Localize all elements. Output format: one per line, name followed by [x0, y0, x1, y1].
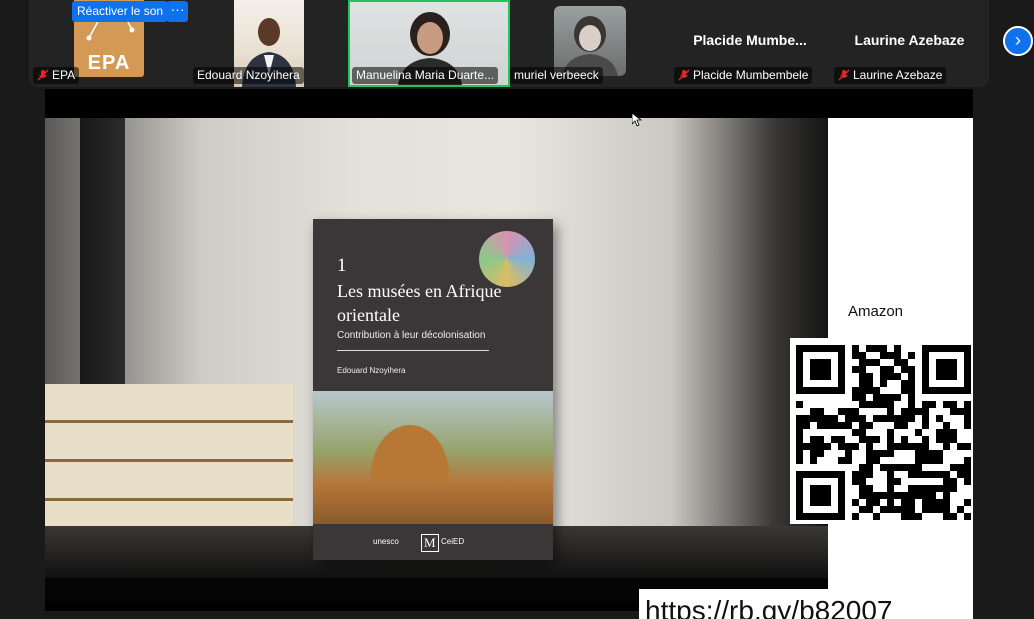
participant-name: EPA: [52, 68, 76, 82]
more-options-button[interactable]: ···: [167, 1, 188, 22]
person-silhouette-icon: [562, 16, 618, 76]
publisher-logo: unesco: [373, 537, 399, 546]
divider: [337, 350, 489, 351]
participant-name-label: Manuelina Maria Duarte...: [352, 67, 499, 84]
epa-logo-text: EPA: [87, 52, 131, 74]
participant-name: Edouard Nzoyihera: [197, 68, 300, 82]
mic-muted-icon: [838, 69, 850, 81]
publisher-logo: M: [421, 534, 439, 552]
amazon-label: Amazon: [848, 303, 904, 320]
next-page-button[interactable]: ›: [1003, 26, 1033, 56]
participant-name-label: Laurine Azebaze: [834, 67, 947, 84]
mic-muted-icon: [678, 69, 690, 81]
participant-name-label: Edouard Nzoyihera: [193, 67, 304, 84]
participant-tile-manuelina[interactable]: Manuelina Maria Duarte...: [348, 0, 510, 87]
publisher-logo: CeiED: [441, 537, 465, 546]
qr-code-graphic: [796, 345, 971, 520]
participant-name-label: Placide Mumbembele: [674, 67, 813, 84]
qr-code-icon: [790, 338, 973, 524]
mouse-pointer-icon: [632, 113, 642, 127]
participant-name: Manuelina Maria Duarte...: [356, 68, 495, 82]
shared-url-text: https://rb.gy/b82007: [645, 595, 893, 619]
stacked-book: [45, 462, 293, 501]
participant-title: Laurine Azebaze: [854, 32, 965, 48]
unmute-button[interactable]: Réactiver le son: [72, 1, 169, 22]
book-number: 1: [337, 255, 347, 276]
participant-tile-placide[interactable]: Placide Mumbe... Placide Mumbembele: [670, 0, 830, 87]
participant-name-label: muriel verbeeck: [510, 67, 603, 84]
book-author: Edouard Nzoyihera: [337, 366, 406, 375]
participant-tile-laurine[interactable]: Laurine Azebaze Laurine Azebaze: [830, 0, 989, 87]
url-strip: https://rb.gy/b82007: [639, 589, 973, 619]
participant-video: [554, 6, 626, 76]
participant-tile-edouard[interactable]: Edouard Nzoyihera: [189, 0, 349, 87]
participant-name-label: EPA: [33, 67, 80, 84]
participant-tile-muriel[interactable]: muriel verbeeck: [510, 0, 670, 87]
shared-slide-image: 1 Les musées en Afrique orientale Contri…: [45, 118, 828, 601]
book-cover: 1 Les musées en Afrique orientale Contri…: [313, 219, 553, 560]
mic-muted-icon: [37, 69, 49, 81]
chevron-right-icon: ›: [1015, 30, 1021, 50]
book-subtitle: Contribution à leur décolonisation: [337, 330, 486, 341]
participant-name: Laurine Azebaze: [853, 68, 943, 82]
stacked-book: [45, 423, 293, 462]
stacked-book: [45, 384, 293, 423]
stacked-book: [45, 501, 293, 529]
publisher-logos: unesco M CeiED: [313, 524, 553, 560]
book-title: Les musées en Afrique orientale: [337, 281, 502, 325]
participant-name: Placide Mumbembele: [693, 68, 809, 82]
participant-title: Placide Mumbe...: [693, 32, 807, 48]
participant-name: muriel verbeeck: [514, 68, 599, 82]
